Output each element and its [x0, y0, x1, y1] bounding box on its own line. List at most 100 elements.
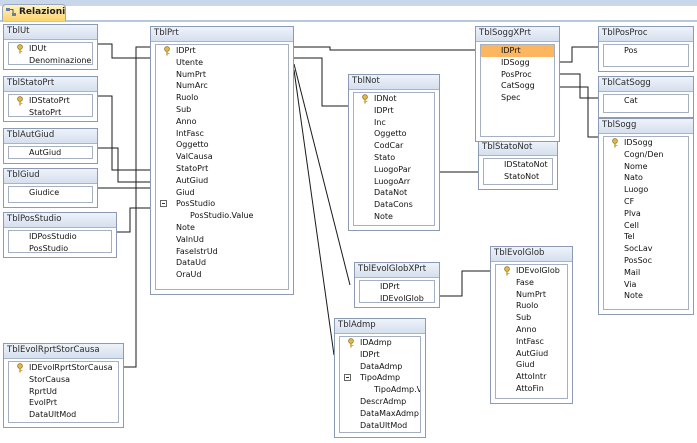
tab-relazioni[interactable]: Relazioni — [2, 4, 66, 21]
collapse-toggle-icon[interactable] — [344, 374, 351, 382]
field-row[interactable]: IDPrt — [360, 281, 434, 293]
field-list[interactable]: Cat — [603, 94, 689, 113]
table-title[interactable]: TblPrt — [151, 27, 293, 42]
field-row[interactable]: DataUltMod — [9, 409, 118, 421]
field-list[interactable]: IDPosStudio PosStudio — [8, 230, 112, 253]
field-row[interactable]: RprtUd — [9, 386, 118, 398]
field-row[interactable]: DataUd — [156, 257, 288, 269]
field-row[interactable]: Luogo — [604, 184, 688, 196]
field-list[interactable]: IDStatoPrt StatoPrt — [8, 94, 93, 117]
field-list[interactable]: IDEvolGlob Fase NumPrt Ruolo Sub Anno IntFasc A… — [495, 264, 568, 399]
table-tblautgiud[interactable]: TblAutGiud AutGiud — [3, 128, 98, 164]
field-row[interactable]: TipoAdmp — [340, 372, 420, 384]
field-row[interactable]: IDPrt — [481, 45, 554, 57]
field-row[interactable]: Spec — [481, 92, 554, 104]
field-row[interactable]: IDPosStudio — [9, 231, 111, 243]
field-row[interactable]: CodCar — [354, 140, 434, 152]
field-row[interactable]: Oggetto — [156, 139, 288, 151]
table-tblprt[interactable]: TblPrt IDPrt Utente NumPrt NumArc Ruolo Sub Ann… — [150, 26, 294, 295]
field-row[interactable]: IDSogg — [481, 57, 554, 69]
field-row[interactable]: Note — [604, 290, 688, 302]
field-row[interactable]: AttoFin — [496, 383, 567, 395]
field-row[interactable]: PosStudio — [9, 243, 111, 252]
field-row[interactable]: Ruolo — [156, 92, 288, 104]
field-row[interactable]: PosProc — [481, 69, 554, 81]
table-title[interactable]: TblPosStudio — [4, 213, 116, 228]
field-row[interactable]: IDNot — [354, 93, 434, 105]
field-row[interactable]: OraUd — [156, 269, 288, 281]
field-row[interactable]: IDEvolGlob — [496, 265, 567, 277]
field-row[interactable]: Giud — [496, 359, 567, 371]
field-row[interactable]: Anno — [156, 116, 288, 128]
table-tblevolglob[interactable]: TblEvolGlob IDEvolGlob Fase NumPrt Ruolo Sub A… — [490, 246, 573, 404]
table-title[interactable]: TblCatSogg — [599, 77, 693, 92]
table-title[interactable]: TblSoggXPrt — [476, 27, 559, 42]
table-tblposstudio[interactable]: TblPosStudio IDPosStudio PosStudio — [3, 212, 117, 258]
field-row[interactable]: IDStatoNot — [484, 159, 552, 171]
field-row[interactable]: IDPrt — [340, 349, 420, 361]
field-row[interactable]: Via — [604, 279, 688, 291]
table-title[interactable]: TblEvolRprtStorCausa — [4, 344, 123, 359]
table-tblstatoprt[interactable]: TblStatoPrt IDStatoPrt StatoPrt — [3, 76, 98, 122]
field-row[interactable]: Anno — [496, 324, 567, 336]
field-row[interactable]: IntFasc — [156, 128, 288, 140]
field-row[interactable]: AttoIntr — [496, 371, 567, 383]
field-row[interactable]: StorCausa — [9, 374, 118, 386]
field-list[interactable]: IDNot IDPrt Inc Oggetto CodCar Stato LuogoPar L… — [353, 92, 435, 226]
field-row[interactable]: Giudice — [9, 187, 92, 199]
field-row[interactable]: Sub — [496, 312, 567, 324]
field-row[interactable]: CF — [604, 196, 688, 208]
field-row[interactable]: Oggetto — [354, 128, 434, 140]
field-row[interactable]: Note — [354, 211, 434, 223]
field-list[interactable]: IDUt Denominazione — [8, 42, 93, 65]
field-row[interactable]: IDStatoPrt — [9, 95, 92, 107]
field-row[interactable]: IDUt — [9, 43, 92, 55]
field-row[interactable]: PosSoc — [604, 255, 688, 267]
field-row[interactable]: IDPrt — [354, 105, 434, 117]
field-list[interactable]: IDPrt Utente NumPrt NumArc Ruolo Sub Anno IntFa… — [155, 44, 289, 290]
table-tblevolglobxprt[interactable]: TblEvolGlobXPrt IDPrt IDEvolGlob — [354, 262, 440, 308]
field-row[interactable]: Mail — [604, 267, 688, 279]
field-row[interactable]: Cat — [604, 95, 688, 107]
table-tblnot[interactable]: TblNot IDNot IDPrt Inc Oggetto CodCar Stato Luo… — [348, 74, 440, 231]
field-row[interactable]: AutGiud — [9, 147, 92, 158]
field-row[interactable]: Note — [156, 222, 288, 234]
field-row[interactable]: DataCons — [354, 199, 434, 211]
table-title[interactable]: TblPosProc — [599, 27, 693, 42]
field-list[interactable]: IDAdmp IDPrt DataAdmp TipoAdmp TipoAdmp.Valu… — [339, 336, 421, 433]
table-tblcatsogg[interactable]: TblCatSogg Cat — [598, 76, 694, 118]
field-row[interactable]: ValCausa — [156, 151, 288, 163]
field-row[interactable]: ValnUd — [156, 234, 288, 246]
field-list[interactable]: IDPrt IDSogg PosProc CatSogg Spec — [480, 44, 555, 137]
field-row[interactable]: NumArc — [156, 80, 288, 92]
field-row[interactable]: Sub — [156, 104, 288, 116]
field-row[interactable]: StatoPrt — [156, 163, 288, 175]
field-row[interactable]: Cogn/Den — [604, 149, 688, 161]
table-tblgiud[interactable]: TblGiud Giudice — [3, 168, 98, 208]
field-list[interactable]: AutGiud — [8, 146, 93, 159]
table-tblsoggxprt[interactable]: TblSoggXPrt IDPrt IDSogg PosProc CatSogg Spec — [475, 26, 560, 142]
field-list[interactable]: IDStatoNot StatoNot — [483, 158, 553, 185]
field-row[interactable]: IDAdmp — [340, 337, 420, 349]
field-list[interactable]: IDSogg Cogn/Den Nome Nato Luogo CF PIva Cell Tel… — [603, 136, 689, 310]
field-row[interactable]: DataAdmp — [340, 361, 420, 373]
field-row[interactable]: IDSogg — [604, 137, 688, 149]
table-tbladmp[interactable]: TblAdmp IDAdmp IDPrt DataAdmp TipoAdmp TipoAd… — [334, 318, 426, 438]
field-row[interactable]: PosStudio — [156, 198, 288, 210]
field-row[interactable]: Utente — [156, 57, 288, 69]
field-row[interactable]: NumPrt — [496, 289, 567, 301]
field-row[interactable]: SocLav — [604, 243, 688, 255]
field-row[interactable]: Nato — [604, 172, 688, 184]
field-row[interactable]: FaseIstrUd — [156, 246, 288, 258]
field-list[interactable]: IDEvolRprtStorCausa StorCausa RprtUd EvolPr… — [8, 361, 119, 423]
field-row[interactable]: Tel — [604, 231, 688, 243]
table-title[interactable]: TblUt — [4, 25, 97, 40]
table-tblposproc[interactable]: TblPosProc Pos — [598, 26, 694, 72]
field-row[interactable]: PosStudio.Value — [156, 210, 288, 222]
field-row[interactable]: LuogoArr — [354, 176, 434, 188]
table-title[interactable]: TblNot — [349, 75, 439, 90]
table-tblsogg[interactable]: TblSogg IDSogg Cogn/Den Nome Nato Luogo CF PIva… — [598, 118, 694, 315]
field-row[interactable]: Fase — [496, 277, 567, 289]
table-title[interactable]: TblSogg — [599, 119, 693, 134]
field-row[interactable]: LuogoPar — [354, 164, 434, 176]
